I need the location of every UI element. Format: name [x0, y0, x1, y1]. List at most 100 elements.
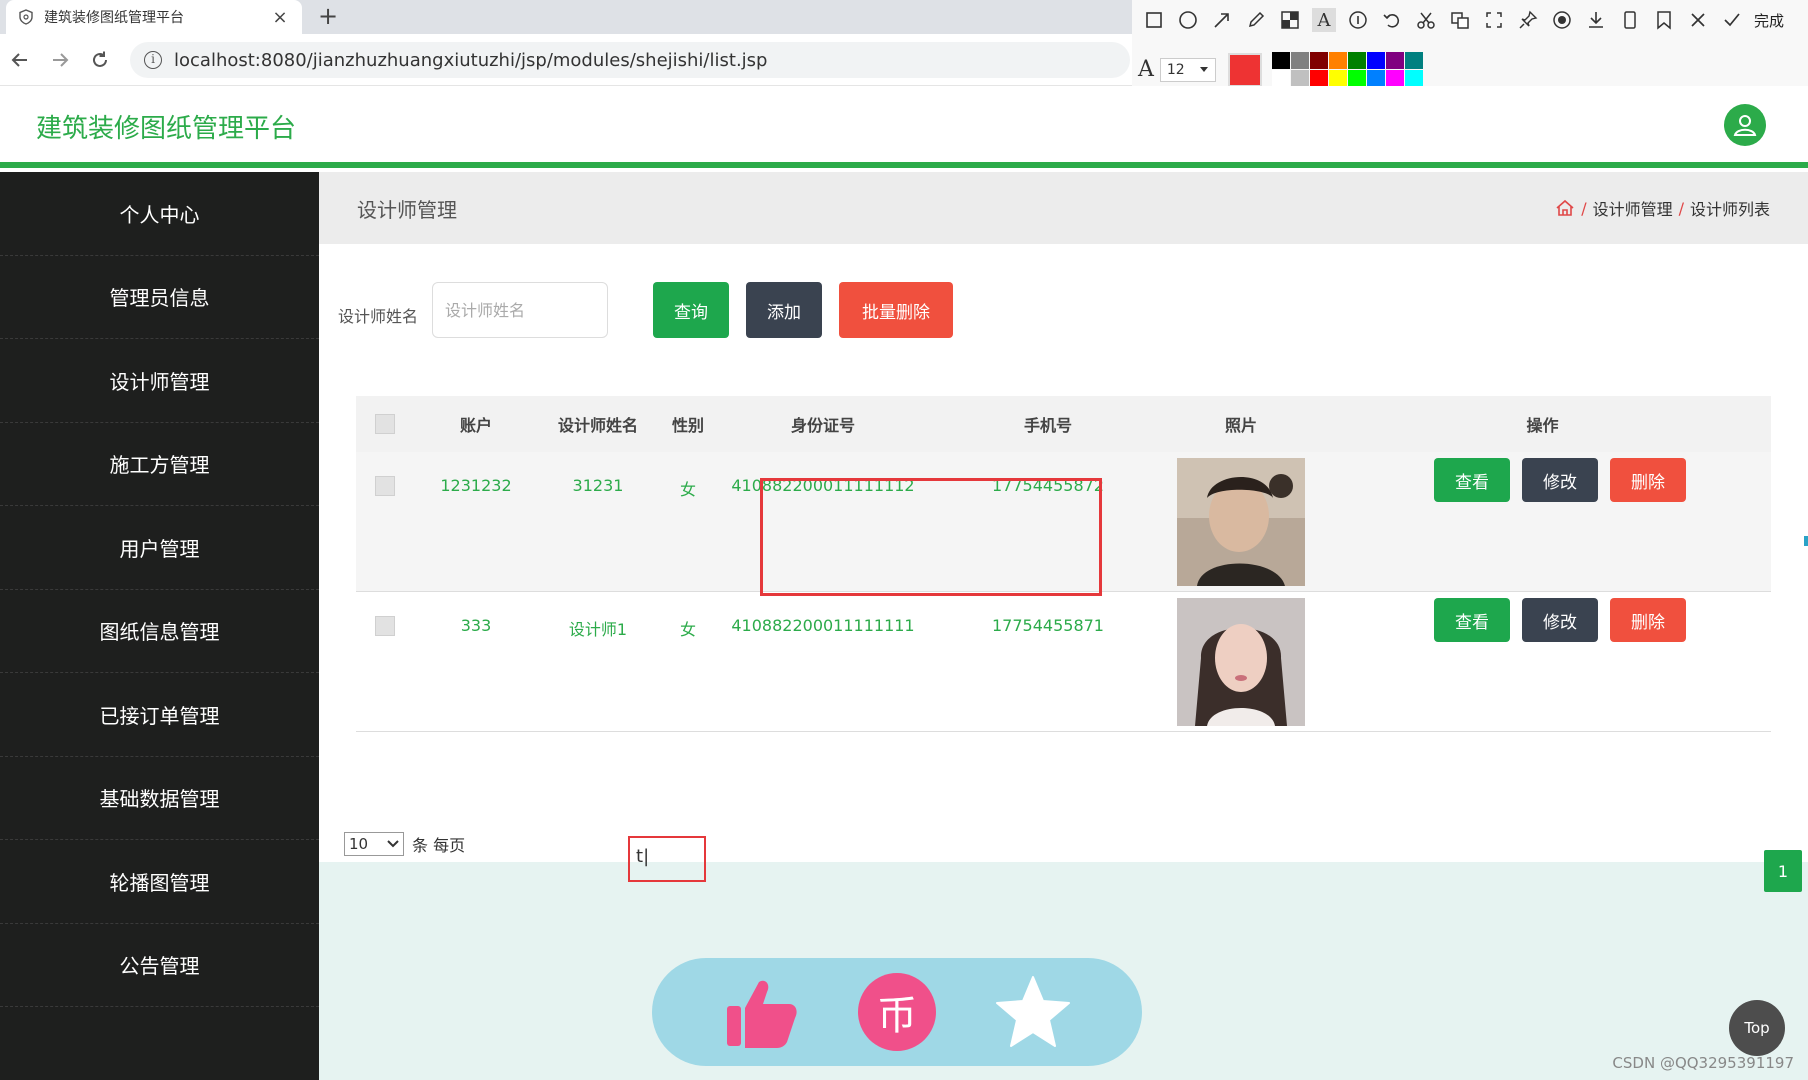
bookmark-icon[interactable] [1652, 8, 1676, 32]
cell-photo [1168, 452, 1314, 586]
color-swatch[interactable] [1290, 70, 1309, 87]
color-swatch[interactable] [1385, 70, 1404, 87]
font-icon: A [1138, 57, 1154, 82]
color-swatch[interactable] [1385, 52, 1404, 69]
color-swatch[interactable] [1309, 52, 1328, 69]
edit-button[interactable]: 修改 [1522, 598, 1598, 642]
sidebar-item-basic-data-management[interactable]: 基础数据管理 [0, 757, 319, 840]
view-button[interactable]: 查看 [1434, 458, 1510, 502]
sidebar-item-label: 基础数据管理 [99, 787, 220, 812]
cell-sex: 女 [679, 480, 696, 499]
undo-icon[interactable] [1380, 8, 1404, 32]
color-swatch[interactable] [1347, 52, 1366, 69]
select-all-checkbox[interactable] [375, 414, 395, 434]
record-icon[interactable] [1550, 8, 1574, 32]
ellipse-tool-icon[interactable] [1176, 8, 1200, 32]
sidebar-item-designer-management[interactable]: 设计师管理 [0, 339, 319, 423]
cut-icon[interactable] [1414, 8, 1438, 32]
sidebar-item-carousel-management[interactable]: 轮播图管理 [0, 840, 319, 924]
view-button[interactable]: 查看 [1434, 598, 1510, 642]
browser-tab[interactable]: 建筑装修图纸管理平台 × [6, 0, 302, 34]
header-ops: 操作 [1526, 416, 1559, 435]
add-button[interactable]: 添加 [746, 282, 822, 338]
mosaic-tool-icon[interactable] [1278, 8, 1302, 32]
cell-ops: 查看 修改 删除 [1314, 452, 1771, 502]
annotation-highlight-box [760, 478, 1102, 596]
delete-button[interactable]: 删除 [1610, 598, 1686, 642]
reload-icon[interactable] [88, 48, 112, 72]
back-icon[interactable] [8, 48, 32, 72]
sidebar-item-notice-management[interactable]: 公告管理 [0, 924, 319, 1007]
header-photo: 照片 [1224, 416, 1257, 435]
color-swatch[interactable] [1309, 70, 1328, 87]
color-swatch[interactable] [1366, 52, 1385, 69]
pagination-size: 10 条 每页 [344, 832, 465, 856]
chevron-down-icon [1199, 66, 1208, 72]
new-tab-button[interactable]: + [318, 2, 338, 30]
breadcrumb-item-designer-list: 设计师列表 [1689, 200, 1770, 219]
row-checkbox[interactable] [375, 616, 395, 636]
page-number-button[interactable]: 1 [1764, 850, 1802, 892]
text-tool-icon[interactable]: A [1312, 8, 1336, 32]
sidebar-item-orders-management[interactable]: 已接订单管理 [0, 673, 319, 757]
batch-delete-button[interactable]: 批量删除 [839, 282, 953, 338]
cell-photo [1168, 592, 1314, 726]
color-swatch[interactable] [1328, 70, 1347, 87]
color-swatch[interactable] [1271, 52, 1290, 69]
current-color-swatch[interactable] [1227, 52, 1262, 87]
pencil-tool-icon[interactable] [1244, 8, 1268, 32]
font-size-select[interactable]: 12 [1159, 57, 1216, 82]
thumbs-up-icon[interactable] [721, 972, 801, 1052]
address-bar[interactable]: i localhost:8080/jianzhuzhuangxiutuzhi/j… [130, 42, 1130, 78]
sidebar-item-label: 轮播图管理 [109, 870, 210, 895]
app-title: 建筑装修图纸管理平台 [36, 114, 297, 144]
sidebar-item-personal-center[interactable]: 个人中心 [0, 172, 319, 256]
row-checkbox[interactable] [375, 476, 395, 496]
star-icon[interactable] [993, 972, 1073, 1052]
delete-button[interactable]: 删除 [1610, 458, 1686, 502]
edit-button[interactable]: 修改 [1522, 458, 1598, 502]
forward-icon[interactable] [48, 48, 72, 72]
home-icon[interactable] [1555, 199, 1575, 217]
rectangle-tool-icon[interactable] [1142, 8, 1166, 32]
pin-icon[interactable] [1516, 8, 1540, 32]
done-check-icon[interactable] [1720, 8, 1744, 32]
color-swatch[interactable] [1328, 52, 1347, 69]
breadcrumb-item-designer-management[interactable]: 设计师管理 [1593, 196, 1673, 220]
arrow-tool-icon[interactable] [1210, 8, 1234, 32]
tab-close-icon[interactable]: × [270, 7, 290, 28]
designer-name-search-input[interactable] [432, 282, 608, 338]
chevron-down-icon [387, 840, 399, 848]
sidebar-item-admin-info[interactable]: 管理员信息 [0, 256, 319, 339]
close-icon[interactable] [1686, 8, 1710, 32]
number-tool-icon[interactable] [1346, 8, 1370, 32]
designer-photo[interactable] [1177, 458, 1305, 586]
coin-icon[interactable]: 币 [857, 973, 936, 1051]
translate-icon[interactable] [1448, 8, 1472, 32]
download-icon[interactable] [1584, 8, 1608, 32]
query-button[interactable]: 查询 [653, 282, 729, 338]
long-screenshot-icon[interactable] [1482, 8, 1506, 32]
color-swatch[interactable] [1404, 70, 1423, 87]
color-swatch[interactable] [1271, 70, 1290, 87]
done-button[interactable]: 完成 [1754, 10, 1784, 31]
page-size-select[interactable]: 10 [344, 832, 404, 856]
color-swatch[interactable] [1347, 70, 1366, 87]
row-checkbox-cell [356, 452, 414, 496]
color-swatch[interactable] [1290, 52, 1309, 69]
phone-icon[interactable] [1618, 8, 1642, 32]
sidebar-item-label: 已接订单管理 [99, 703, 220, 728]
annotation-text-box[interactable]: t| [628, 836, 706, 882]
site-info-icon[interactable]: i [144, 51, 162, 69]
sidebar-item-contractor-management[interactable]: 施工方管理 [0, 423, 319, 506]
sidebar-item-user-management[interactable]: 用户管理 [0, 506, 319, 590]
color-swatch[interactable] [1404, 52, 1423, 69]
cell-name: 设计师1 [568, 620, 628, 639]
designer-photo[interactable] [1177, 598, 1305, 726]
sidebar-item-drawing-management[interactable]: 图纸信息管理 [0, 590, 319, 673]
cell-ops: 查看 修改 删除 [1314, 592, 1771, 642]
sidebar-item-label: 图纸信息管理 [99, 620, 220, 645]
back-to-top-button[interactable]: Top [1729, 1000, 1785, 1056]
color-swatch[interactable] [1366, 70, 1385, 87]
user-avatar-icon[interactable] [1724, 104, 1766, 146]
